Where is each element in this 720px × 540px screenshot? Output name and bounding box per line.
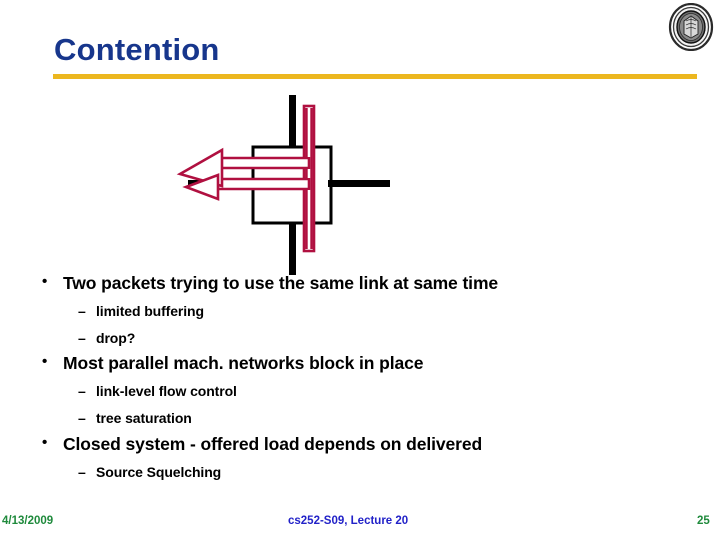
subbullet-glyph: – bbox=[78, 464, 86, 480]
subbullet-glyph: – bbox=[78, 330, 86, 346]
bullet-heading-2: • Most parallel mach. networks block in p… bbox=[42, 353, 424, 374]
page-title: Contention bbox=[54, 32, 220, 67]
switch-contention-diagram bbox=[170, 95, 410, 275]
title-divider bbox=[53, 74, 697, 79]
footer-page-number: 25 bbox=[697, 515, 710, 527]
bullet-glyph: • bbox=[42, 273, 48, 290]
bullet-sub-1-1: – limited buffering bbox=[78, 303, 204, 319]
subbullet-glyph: – bbox=[78, 383, 86, 399]
footer-date: 4/13/2009 bbox=[2, 515, 54, 527]
bullet-glyph: • bbox=[42, 434, 48, 451]
bullet-sub-2-1: – link-level flow control bbox=[78, 383, 237, 399]
bullet-sub-2-2-text: tree saturation bbox=[96, 410, 192, 426]
horizontal-link-right-line bbox=[328, 180, 390, 187]
bullet-heading-2-text: Most parallel mach. networks block in pl… bbox=[63, 353, 424, 373]
vertical-link-top-line bbox=[289, 95, 296, 148]
bullet-heading-1-text: Two packets trying to use the same link … bbox=[63, 273, 499, 293]
footer-course-label: cs252-S09, Lecture 20 bbox=[288, 515, 409, 527]
bullet-heading-3: • Closed system - offered load depends on… bbox=[42, 434, 482, 455]
bullet-sub-3-1-text: Source Squelching bbox=[96, 464, 222, 480]
bullet-heading-3-text: Closed system - offered load depends on … bbox=[63, 434, 483, 454]
bullet-sub-1-2: – drop? bbox=[78, 330, 135, 346]
subbullet-glyph: – bbox=[78, 303, 86, 319]
vertical-link-bottom-line bbox=[289, 222, 296, 275]
bullet-sub-2-1-text: link-level flow control bbox=[96, 383, 237, 399]
bullet-sub-1-2-text: drop? bbox=[96, 330, 136, 346]
bullet-sub-3-1: – Source Squelching bbox=[78, 464, 221, 480]
bullet-sub-1-1-text: limited buffering bbox=[96, 303, 204, 319]
bullet-heading-1: • Two packets trying to use the same link… bbox=[42, 273, 498, 294]
packet-branch-lower bbox=[213, 177, 311, 191]
subbullet-glyph: – bbox=[78, 410, 86, 426]
uc-berkeley-seal-icon bbox=[667, 2, 715, 52]
bullet-sub-2-2: – tree saturation bbox=[78, 410, 192, 426]
packet-branch-upper bbox=[213, 156, 311, 170]
slide-canvas: Contention • Two packets trying to use t… bbox=[0, 0, 720, 540]
bullet-glyph: • bbox=[42, 353, 48, 370]
